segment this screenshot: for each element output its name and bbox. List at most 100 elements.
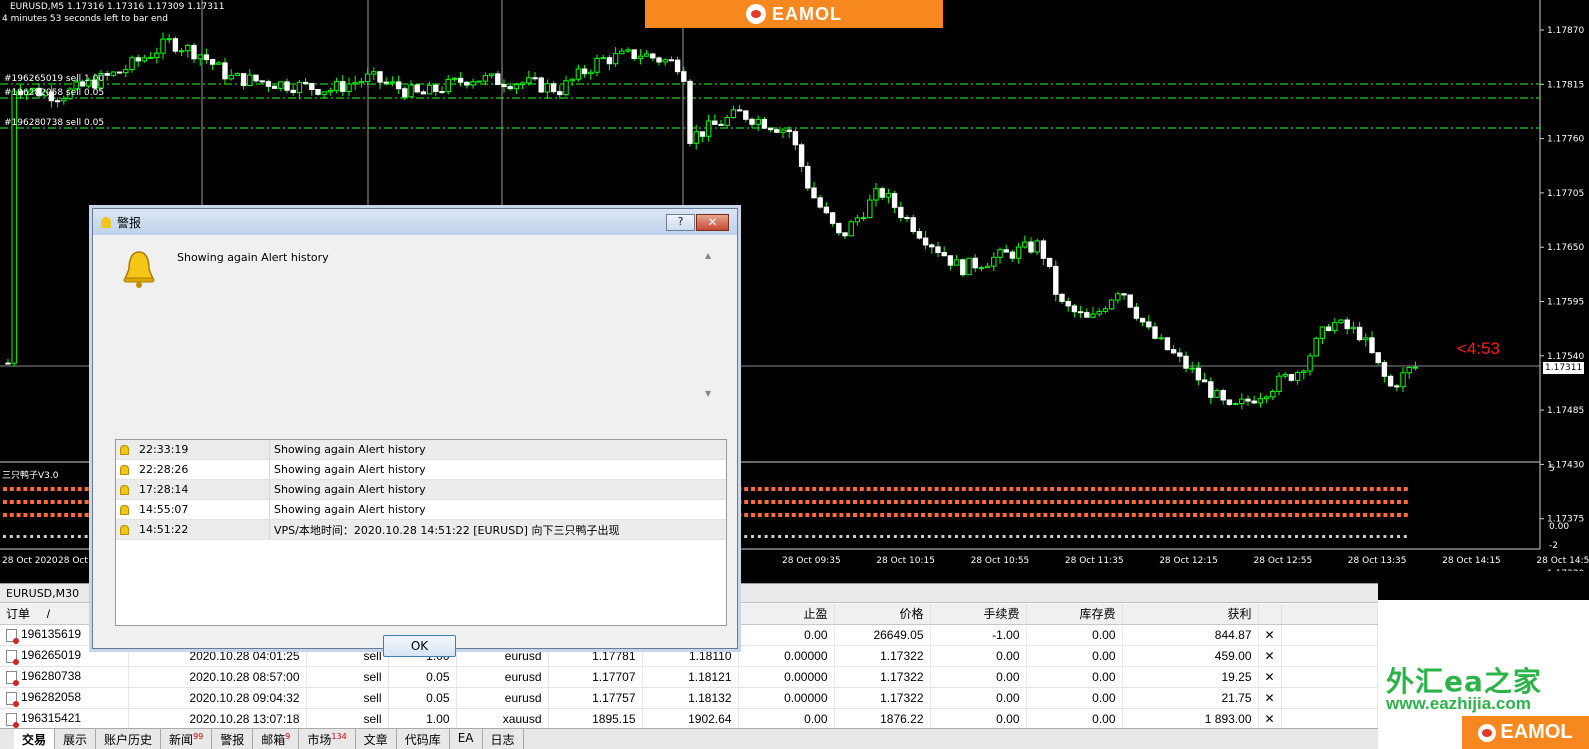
close-order-icon[interactable]: ✕ (1258, 645, 1282, 667)
indicator-dot (1104, 513, 1109, 517)
indicator-dot (982, 500, 987, 504)
close-order-icon[interactable]: ✕ (1258, 624, 1282, 646)
indicator-dot (1152, 535, 1156, 538)
table-row[interactable]: 196280738 2020.10.28 08:57:00 sell 0.05 euru… (0, 666, 1379, 688)
terminal-tabs[interactable]: 交易 展示 账户历史 新闻99 警报 邮箱9 市场134 文章 代码库 EA 日志 (0, 728, 1378, 749)
candle-body (650, 53, 656, 59)
indicator-dot (1397, 513, 1401, 517)
tab-10[interactable]: 日志 (483, 729, 524, 749)
alert-history-list[interactable]: 22:33:19 Showing again Alert history 22:28… (115, 439, 727, 626)
close-button[interactable]: ✕ (696, 214, 729, 231)
help-button[interactable]: ? (666, 214, 695, 231)
list-item[interactable]: 22:33:19 Showing again Alert history (116, 440, 726, 460)
candle-body (1245, 398, 1251, 402)
list-item[interactable]: 17:28:14 Showing again Alert history (116, 480, 726, 500)
indicator-dot (1199, 487, 1204, 491)
indicator-dot (832, 500, 837, 504)
tab-8[interactable]: 代码库 (397, 729, 450, 749)
indicator-dot (1002, 487, 1007, 491)
tab-9[interactable]: EA (450, 729, 483, 749)
indicator-dot (1322, 500, 1327, 504)
tab-0[interactable]: 交易 (14, 729, 56, 749)
indicator-dot (3, 487, 7, 491)
indicator-dot (84, 513, 89, 517)
indicator-dot (1172, 487, 1177, 491)
col-price[interactable]: 价格 (834, 604, 931, 625)
indicator-dot (1349, 535, 1353, 538)
close-order-icon[interactable]: ✕ (1258, 687, 1282, 709)
indicator-dot (955, 487, 959, 491)
candle-body (1084, 312, 1090, 318)
candle-body (736, 109, 743, 112)
indicator-dot (1193, 535, 1196, 538)
bell-icon (120, 464, 129, 475)
tab-7[interactable]: 文章 (356, 729, 397, 749)
col-commission[interactable]: 手续费 (930, 604, 1027, 625)
candle-body (885, 193, 892, 198)
list-item[interactable]: 22:28:26 Showing again Alert history (116, 460, 726, 480)
candle-body (997, 249, 1003, 258)
col-swap[interactable]: 库存费 (1026, 604, 1123, 625)
indicator-dot (921, 487, 925, 491)
indicator-dot (1227, 513, 1231, 517)
cell-profit: 844.87 (1122, 624, 1259, 646)
alert-dialog[interactable]: 警报 ? ✕ Showing again Alert history ▲ ▼ 2… (92, 208, 738, 657)
history-time: 14:51:22 (116, 520, 270, 539)
tab-3[interactable]: 新闻99 (161, 729, 213, 749)
dialog-titlebar[interactable]: 警报 (93, 209, 737, 235)
indicator-dot (968, 513, 973, 517)
indicator-dot (975, 487, 980, 491)
order-label-3: #196280738 sell 0.05 (4, 118, 104, 128)
history-time: 22:33:19 (116, 440, 270, 459)
bell-icon (120, 504, 129, 515)
ok-button[interactable]: OK (383, 635, 456, 657)
scroll-up-icon[interactable]: ▲ (705, 251, 711, 260)
close-order-icon[interactable]: ✕ (1258, 666, 1282, 688)
col-profit[interactable]: 获利 (1122, 604, 1259, 625)
list-item[interactable]: 14:51:22 VPS/本地时间：2020.10.28 14:51:22 [EU… (116, 520, 726, 540)
indicator-dot (1233, 487, 1238, 491)
indicator-dot (839, 500, 844, 504)
price-axis-label: 1.17595 (1547, 298, 1584, 308)
indicator-dot (1240, 487, 1245, 491)
brand-text: EAMOL (772, 3, 842, 24)
close-order-icon[interactable]: ✕ (1258, 708, 1282, 730)
tab-5[interactable]: 邮箱9 (253, 729, 300, 749)
indicator-dot (1301, 500, 1306, 504)
indicator-dot (1254, 513, 1259, 517)
indicator-dot (1308, 500, 1313, 504)
cell-swap: 0.00 (1026, 624, 1123, 646)
tab-1[interactable]: 展示 (55, 729, 97, 749)
candle-body (1406, 366, 1412, 374)
indicator-dot (1057, 513, 1061, 517)
col-tp[interactable]: 止盈 (738, 604, 835, 625)
tab-4[interactable]: 警报 (212, 729, 254, 749)
indicator-dot (1043, 513, 1048, 517)
candle-body (228, 74, 234, 80)
candle-body (1164, 337, 1171, 351)
candle-body (1394, 385, 1400, 388)
indicator-dot (1281, 500, 1286, 504)
indicator-dot (1138, 500, 1143, 504)
cell-tp: 0.00 (738, 708, 835, 730)
history-message: Showing again Alert history (274, 443, 426, 456)
indicator-dot (1186, 513, 1191, 517)
candle-body (1288, 374, 1295, 381)
indicator-dot (880, 487, 885, 491)
tab-6[interactable]: 市场134 (299, 729, 356, 749)
indicator-dot (948, 487, 953, 491)
indicator-dot (1295, 535, 1298, 538)
candle-body (935, 246, 941, 254)
table-row[interactable]: 196282058 2020.10.28 09:04:32 sell 0.05 euru… (0, 687, 1379, 709)
list-item[interactable]: 14:55:07 Showing again Alert history (116, 500, 726, 520)
scroll-down-icon[interactable]: ▼ (705, 389, 711, 398)
price-axis-label: 1.17705 (1547, 189, 1584, 199)
cell-swap: 0.00 (1026, 666, 1123, 688)
candle-body (1276, 375, 1282, 392)
indicator-dot (1233, 535, 1237, 538)
tab-2[interactable]: 账户历史 (96, 729, 162, 749)
bell-icon (120, 484, 129, 495)
indicator-dot (50, 513, 55, 517)
indicator-dot (819, 487, 823, 491)
table-row[interactable]: 196315421 2020.10.28 13:07:18 sell 1.00 xauu… (0, 708, 1379, 730)
